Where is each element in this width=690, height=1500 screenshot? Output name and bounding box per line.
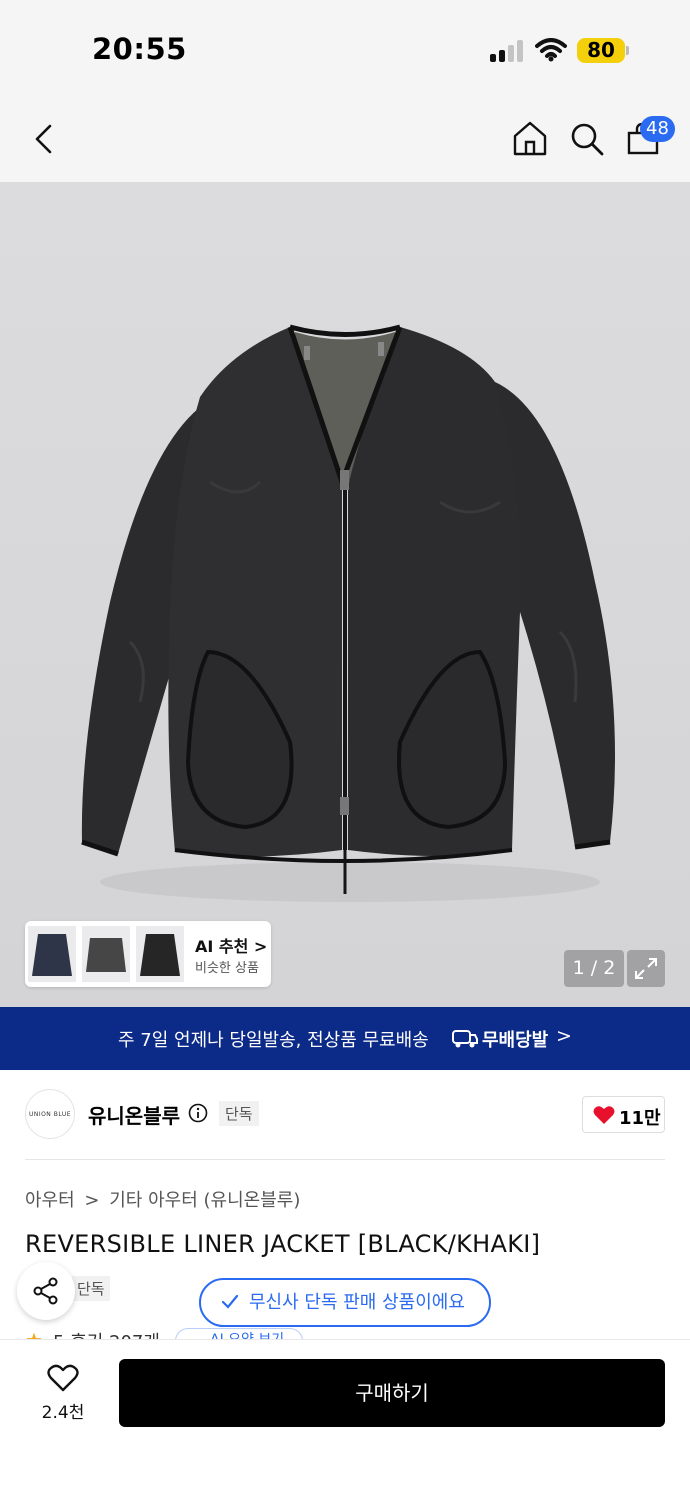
battery-indicator: 80 xyxy=(577,38,625,63)
heart-filled-icon xyxy=(593,1106,615,1124)
share-icon xyxy=(33,1277,58,1305)
ai-rec-title: AI 추천 > xyxy=(195,937,268,956)
wishlist-count: 2.4천 xyxy=(41,1403,85,1423)
home-icon[interactable] xyxy=(512,120,548,156)
battery-cap xyxy=(626,46,629,55)
product-image[interactable] xyxy=(0,182,690,1007)
brand-like-count: 11만 xyxy=(619,1108,661,1129)
promo-chevron: > xyxy=(556,1025,572,1047)
brand-logo[interactable]: UNION BLUE xyxy=(25,1089,75,1139)
expand-icon xyxy=(635,958,657,979)
expand-button[interactable] xyxy=(627,950,665,987)
status-time: 20:55 xyxy=(92,32,187,66)
breadcrumb-separator: > xyxy=(84,1190,100,1211)
back-arrow-icon[interactable] xyxy=(32,124,56,154)
ai-recommendation-card[interactable]: AI 추천 > 비슷한 상품 xyxy=(25,921,271,987)
exclusive-tag: 단독 xyxy=(219,1101,259,1126)
heart-outline-icon xyxy=(47,1364,79,1392)
check-icon xyxy=(221,1294,239,1309)
shipping-promo-banner[interactable]: 주 7일 언제나 당일발송, 전상품 무료배송 무배당발 > xyxy=(0,1007,690,1070)
info-icon[interactable] xyxy=(188,1103,208,1123)
rec-thumbnail-3[interactable] xyxy=(136,926,184,982)
product-page: 20:55 80 48 AI 추천 > 비슷한 상품 1 / 2 주 7일 언제… xyxy=(0,0,690,1500)
rec-thumbnail-1[interactable] xyxy=(28,926,76,982)
brand-like-button[interactable]: 11만 xyxy=(582,1096,665,1133)
section-divider xyxy=(25,1159,665,1160)
wifi-icon xyxy=(535,38,567,62)
cellular-signal-icon xyxy=(490,40,524,62)
wishlist-button[interactable]: 2.4천 xyxy=(30,1358,96,1428)
search-icon[interactable] xyxy=(569,121,605,157)
exclusive-tooltip-text: 무신사 단독 판매 상품이에요 xyxy=(249,1292,465,1313)
exclusive-tooltip: 무신사 단독 판매 상품이에요 xyxy=(199,1278,491,1327)
status-bar: 20:55 80 xyxy=(0,0,690,100)
buy-button[interactable]: 구매하기 xyxy=(119,1359,665,1427)
brand-name[interactable]: 유니온블루 xyxy=(88,1100,180,1129)
promo-text: 주 7일 언제나 당일발송, 전상품 무료배송 xyxy=(118,1030,429,1051)
share-button[interactable] xyxy=(17,1262,75,1320)
jacket-image xyxy=(0,182,690,1007)
image-counter: 1 / 2 xyxy=(564,950,624,987)
cart-count-badge: 48 xyxy=(640,116,675,142)
breadcrumb-level1[interactable]: 아우터 xyxy=(25,1190,75,1211)
breadcrumb-level2[interactable]: 기타 아우터 (유니온블루) xyxy=(109,1190,300,1211)
promo-logo: 무배당발 xyxy=(482,1030,549,1051)
rec-thumbnail-2[interactable] xyxy=(82,926,130,982)
product-exclusive-tag: 단독 xyxy=(72,1276,110,1301)
product-title: REVERSIBLE LINER JACKET [BLACK/KHAKI] xyxy=(25,1230,541,1258)
breadcrumb: 아우터 > 기타 아우터 (유니온블루) xyxy=(25,1186,304,1212)
ai-rec-subtitle: 비슷한 상품 xyxy=(195,961,259,976)
delivery-truck-icon xyxy=(452,1030,478,1048)
